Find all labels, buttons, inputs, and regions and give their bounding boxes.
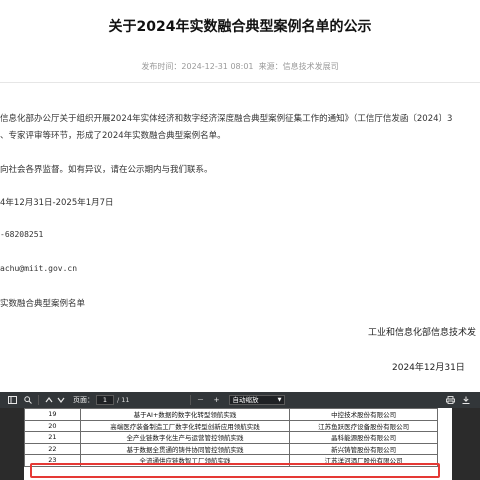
signature-organization: 工业和信息化部信息技术发 — [368, 328, 477, 338]
divider — [0, 82, 480, 83]
organization-name: 新兴铸管股份有限公司 — [289, 442, 438, 455]
page-label: 页面： — [73, 396, 94, 404]
zoom-out-icon[interactable]: － — [195, 394, 207, 406]
download-icon[interactable] — [460, 394, 472, 406]
contact-phone: -68208251 — [0, 230, 44, 239]
print-icon[interactable] — [444, 394, 456, 406]
chevron-down-icon: ▼ — [277, 397, 282, 403]
row-number: 22 — [24, 442, 81, 455]
signature-date: 2024年12月31日 — [392, 363, 465, 373]
organization-name: 中控技术股份有限公司 — [289, 408, 438, 421]
page-number-input[interactable]: 1 — [96, 395, 114, 405]
zoom-select[interactable]: 自动缩放 ▼ — [228, 395, 285, 405]
table-row: 21 全产业链数字化生产与运营管控领航实践 晶科能源股份有限公司 — [24, 431, 438, 444]
organization-name: 晶科能源股份有限公司 — [289, 431, 438, 444]
case-name: 基于数据全贯通的铸件协同管控领航实践 — [79, 442, 291, 455]
pdf-viewer: 页面： 1 / 11 － + 自动缩放 ▼ 19 基于AI+数据的数字化转型领航实… — [0, 392, 480, 480]
contact-email[interactable]: achu@miit.gov.cn — [0, 264, 77, 273]
source-label: 来源： — [258, 62, 283, 71]
sidebar-toggle-icon[interactable] — [6, 394, 18, 406]
case-name: 基于AI+数据的数字化转型领航实践 — [79, 408, 291, 421]
table-row: 22 基于数据全贯通的铸件协同管控领航实践 新兴铸管股份有限公司 — [24, 442, 438, 455]
row-number: 19 — [24, 408, 81, 421]
table-row: 19 基于AI+数据的数字化转型领航实践 中控技术股份有限公司 — [24, 408, 438, 421]
toolbar-separator — [189, 395, 191, 405]
publish-label: 发布时间： — [141, 62, 182, 71]
search-icon[interactable] — [22, 394, 34, 406]
case-table: 19 基于AI+数据的数字化转型领航实践 中控技术股份有限公司 20 高端医疗装备制造工… — [24, 408, 438, 467]
toolbar-separator — [38, 395, 39, 405]
case-name: 高端医疗装备制造工厂数字化转型创新应用领航实践 — [79, 419, 291, 432]
publicity-period: 4年12月31日-2025年1月7日 — [0, 198, 114, 208]
pdf-page: 19 基于AI+数据的数字化转型领航实践 中控技术股份有限公司 20 高端医疗装备制造工… — [24, 408, 452, 480]
table-row: 20 高端医疗装备制造工厂数字化转型创新应用领航实践 江苏鱼跃医疗设备股份有限公司 — [24, 419, 438, 432]
paragraph-2: 向社会各界监督。如有异议，请在公示期内与我们联系。 — [0, 165, 213, 175]
source-value: 信息技术发展司 — [282, 62, 339, 71]
organization-name: 江苏鱼跃医疗设备股份有限公司 — [289, 419, 438, 432]
prev-page-icon[interactable] — [43, 394, 55, 406]
paragraph-1-line-1: 信息化部办公厅关于组织开展2024年实体经济和数字经济深度融合典型案例征集工作的… — [0, 114, 453, 124]
page-title: 关于2024年实数融合典型案例名单的公示 — [108, 19, 372, 35]
page-total: / 11 — [117, 396, 130, 404]
zoom-value: 自动缩放 — [232, 396, 259, 404]
article-meta: 发布时间：2024-12-31 08:01 来源：信息技术发展司 — [0, 61, 480, 72]
row-number: 21 — [24, 431, 81, 444]
paragraph-1-line-2: 、专家评审等环节，形成了2024年实数融合典型案例名单。 — [0, 131, 226, 141]
pdf-toolbar: 页面： 1 / 11 － + 自动缩放 ▼ — [0, 392, 480, 408]
next-page-icon[interactable] — [55, 394, 67, 406]
row-number: 20 — [24, 419, 81, 432]
case-name: 全产业链数字化生产与运营管控领航实践 — [79, 431, 291, 444]
highlight-box — [30, 463, 440, 478]
attachment-link[interactable]: 实数融合典型案例名单 — [0, 297, 85, 309]
zoom-in-icon[interactable]: + — [211, 394, 223, 406]
publish-time: 2024-12-31 08:01 — [181, 62, 254, 71]
